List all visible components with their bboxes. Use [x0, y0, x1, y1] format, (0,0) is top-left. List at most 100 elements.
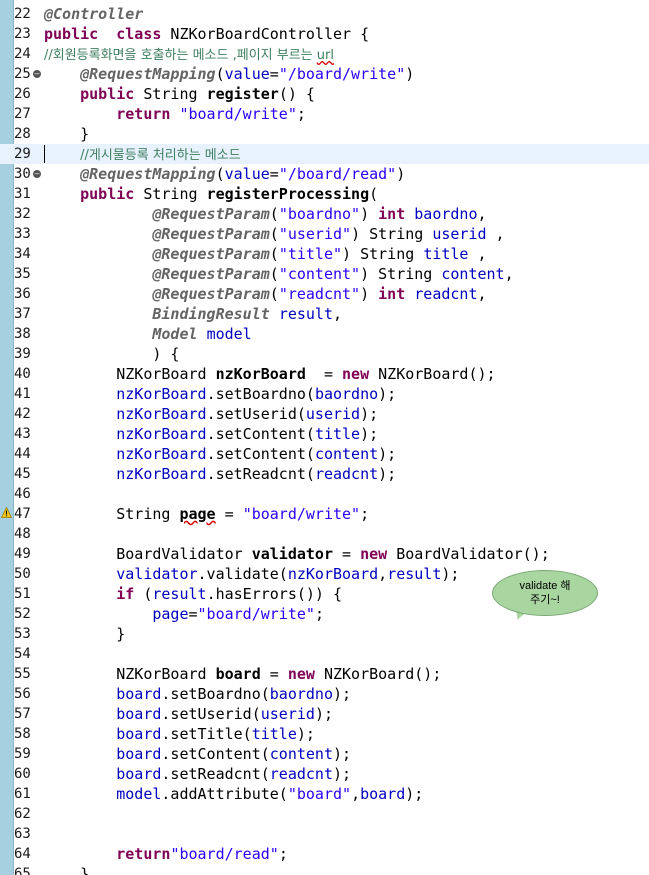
- code-line[interactable]: 59 board.setContent(content);: [0, 744, 649, 764]
- line-number: 22: [14, 6, 31, 22]
- code-line[interactable]: 45 nzKorBoard.setReadcnt(readcnt);: [0, 464, 649, 484]
- code-token: );: [360, 425, 379, 443]
- code-token: page: [179, 505, 216, 523]
- code-line[interactable]: 64 return"board/read";: [0, 844, 649, 864]
- code-token: title: [251, 725, 297, 743]
- line-source: page="board/write";: [44, 604, 324, 624]
- code-token: ,: [477, 285, 487, 303]
- code-line[interactable]: 28 }: [0, 124, 649, 144]
- code-editor[interactable]: 22 @Controller 23 public class NZKorBoardCo…: [0, 0, 649, 875]
- line-number: 26: [14, 86, 31, 102]
- line-number: 49: [14, 546, 31, 562]
- line-source: nzKorBoard.setBoardno(baordno);: [44, 384, 396, 404]
- code-line[interactable]: 65 }: [0, 864, 649, 875]
- code-token: @RequestMapping: [80, 65, 216, 83]
- code-token: //게시물등록 처리하는 메소드: [80, 148, 241, 163]
- code-token: nzKorBoard: [116, 445, 207, 463]
- code-token: @RequestParam: [152, 205, 270, 223]
- code-token: ,: [504, 265, 514, 283]
- line-source: nzKorBoard.setUserid(userid);: [44, 404, 378, 424]
- code-line[interactable]: 41 nzKorBoard.setBoardno(baordno);: [0, 384, 649, 404]
- code-line[interactable]: 33 @RequestParam("userid") String userid…: [0, 224, 649, 244]
- line-source: ) {: [44, 344, 179, 364]
- code-line[interactable]: 30– @RequestMapping(value="/board/read"): [0, 164, 649, 184]
- code-line[interactable]: 63: [0, 824, 649, 844]
- code-line[interactable]: 42 nzKorBoard.setUserid(userid);: [0, 404, 649, 424]
- code-line[interactable]: 56 board.setBoardno(baordno);: [0, 684, 649, 704]
- code-token: );: [405, 785, 424, 803]
- code-line[interactable]: 62: [0, 804, 649, 824]
- code-line[interactable]: 55 NZKorBoard board = new NZKorBoard();: [0, 664, 649, 684]
- code-line[interactable]: 57 board.setUserid(userid);: [0, 704, 649, 724]
- code-line[interactable]: 23 public class NZKorBoardController {: [0, 24, 649, 44]
- code-line[interactable]: 61 model.addAttribute("board",board);: [0, 784, 649, 804]
- code-token: );: [296, 725, 315, 743]
- code-token: .setTitle(: [161, 725, 252, 743]
- warning-icon[interactable]: [1, 507, 12, 518]
- code-line[interactable]: 40 NZKorBoard nzKorBoard = new NZKorBoar…: [0, 364, 649, 384]
- code-line[interactable]: 53 }: [0, 624, 649, 644]
- code-line[interactable]: 36 @RequestParam("readcnt") int readcnt,: [0, 284, 649, 304]
- code-area[interactable]: 22 @Controller 23 public class NZKorBoardCo…: [0, 4, 649, 875]
- code-line[interactable]: 35 @RequestParam("content") String conte…: [0, 264, 649, 284]
- code-token: "board": [287, 785, 352, 803]
- fold-toggle-icon[interactable]: –: [33, 170, 41, 178]
- code-line[interactable]: 39 ) {: [0, 344, 649, 364]
- line-source: model.addAttribute("board",board);: [44, 784, 423, 804]
- code-line[interactable]: 38 Model model: [0, 324, 649, 344]
- code-token: board: [116, 685, 162, 703]
- code-token: =: [305, 365, 343, 383]
- code-token: nzKorBoard: [116, 405, 207, 423]
- code-line[interactable]: 47 String page = "board/write";: [0, 504, 649, 524]
- code-line[interactable]: 26 public String register() {: [0, 84, 649, 104]
- code-token: nzKorBoard: [287, 565, 379, 583]
- code-token: @Controller: [44, 5, 144, 23]
- code-line[interactable]: 54: [0, 644, 649, 664]
- code-line[interactable]: 24 //회원등록화면을 호출하는 메소드 ,페이지 부르는 url: [0, 44, 649, 64]
- code-line[interactable]: 37 BindingResult result,: [0, 304, 649, 324]
- code-line[interactable]: 34 @RequestParam("title") String title ,: [0, 244, 649, 264]
- code-line[interactable]: 48: [0, 524, 649, 544]
- code-line[interactable]: 25– @RequestMapping(value="/board/write"…: [0, 64, 649, 84]
- code-line[interactable]: 22 @Controller: [0, 4, 649, 24]
- line-source: validator.validate(nzKorBoard,result);: [44, 564, 459, 584]
- code-token: register: [206, 85, 279, 103]
- code-token: (: [369, 185, 379, 203]
- code-token: ;: [360, 505, 370, 523]
- code-token: );: [333, 685, 352, 703]
- code-token: int: [378, 205, 406, 223]
- code-token: ,: [486, 225, 505, 243]
- code-line[interactable]: 46: [0, 484, 649, 504]
- code-token: );: [378, 445, 397, 463]
- line-number: 65: [14, 866, 31, 875]
- line-number: 34: [14, 246, 31, 262]
- code-token: @RequestParam: [152, 225, 270, 243]
- code-line[interactable]: 49 BoardValidator validator = new BoardV…: [0, 544, 649, 564]
- line-number: 55: [14, 666, 31, 682]
- code-line[interactable]: 43 nzKorBoard.setContent(title);: [0, 424, 649, 444]
- fold-toggle-icon[interactable]: –: [33, 70, 41, 78]
- code-line[interactable]: 60 board.setReadcnt(readcnt);: [0, 764, 649, 784]
- code-line[interactable]: 31 public String registerProcessing(: [0, 184, 649, 204]
- code-line[interactable]: 58 board.setTitle(title);: [0, 724, 649, 744]
- code-line[interactable]: 44 nzKorBoard.setContent(content);: [0, 444, 649, 464]
- code-line[interactable]: 27 return "board/write";: [0, 104, 649, 124]
- code-token: ) String: [351, 225, 433, 243]
- code-line[interactable]: 32 @RequestParam("boardno") int baordno,: [0, 204, 649, 224]
- code-token: class: [116, 25, 162, 43]
- code-line[interactable]: 29 //게시물등록 처리하는 메소드: [0, 144, 649, 164]
- line-source: @RequestParam("userid") String userid ,: [44, 224, 505, 244]
- code-token: "board/write": [242, 505, 361, 523]
- code-token: =: [269, 165, 279, 183]
- line-number: 31: [14, 186, 31, 202]
- line-number: 60: [14, 766, 31, 782]
- line-source: }: [44, 624, 125, 644]
- code-token: new: [360, 545, 388, 563]
- line-source: //회원등록화면을 호출하는 메소드 ,페이지 부르는 url: [44, 44, 334, 66]
